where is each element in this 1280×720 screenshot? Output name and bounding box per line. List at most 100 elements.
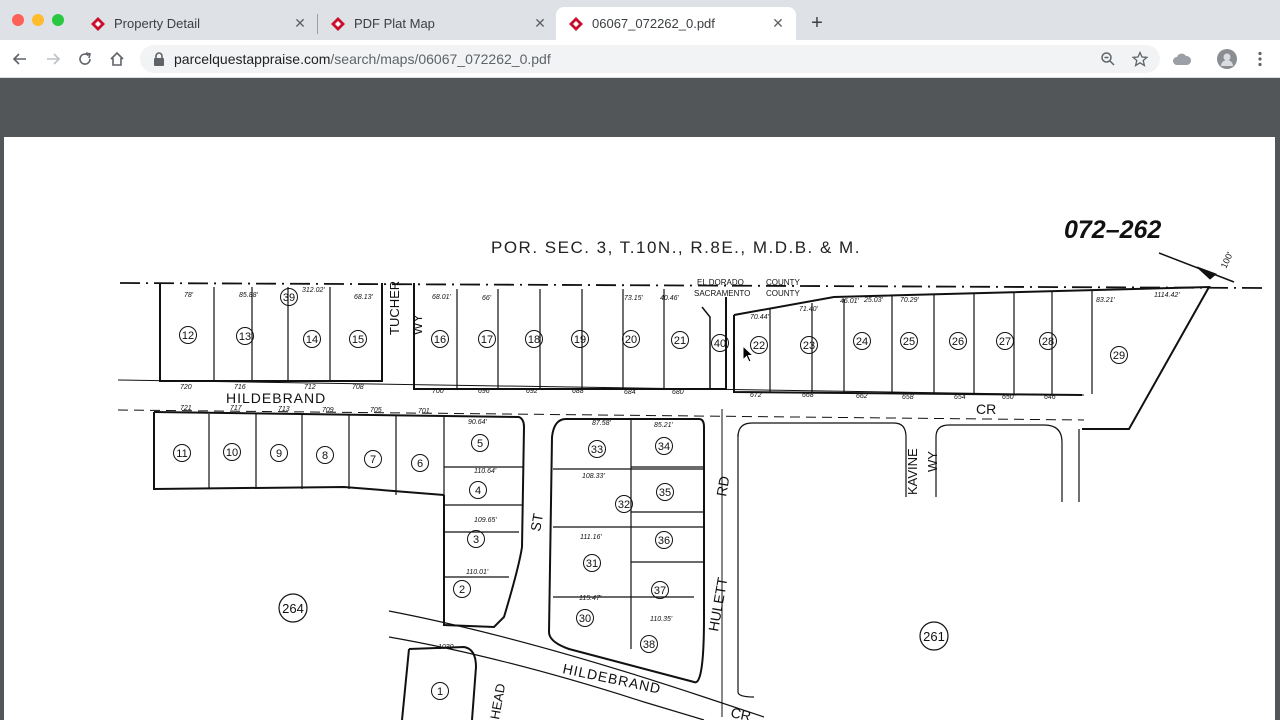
svg-text:672: 672 (750, 392, 762, 399)
svg-text:70.44': 70.44' (750, 314, 770, 321)
tab-property-detail[interactable]: Property Detail ✕ (78, 7, 318, 40)
svg-text:36: 36 (658, 535, 670, 547)
svg-text:14: 14 (306, 334, 318, 346)
svg-text:29: 29 (1113, 350, 1125, 362)
svg-text:68.13': 68.13' (354, 294, 374, 301)
close-tab-icon[interactable]: ✕ (770, 15, 786, 32)
lot-number-layer: 12 133914 15 16 17 18 19 20 21 40 22 23 24 25 26 27 2829… (173, 288, 1128, 700)
svg-text:108.33': 108.33' (582, 473, 605, 480)
svg-text:658: 658 (902, 394, 914, 401)
svg-text:38: 38 (643, 639, 655, 651)
lot-number-11: 11 (173, 444, 191, 462)
svg-text:684: 684 (624, 389, 636, 396)
menu-icon[interactable] (1250, 49, 1270, 69)
mouse-cursor-icon (742, 344, 755, 368)
street-label: HEAD (487, 682, 508, 720)
svg-text:26: 26 (952, 336, 964, 348)
close-tab-icon[interactable]: ✕ (532, 15, 548, 32)
svg-text:709: 709 (322, 407, 334, 414)
street-label: HILDEBRAND (561, 660, 662, 696)
svg-text:713: 713 (278, 406, 290, 413)
svg-text:2: 2 (459, 584, 465, 596)
maximize-window-button[interactable] (52, 14, 64, 26)
svg-text:716: 716 (234, 384, 246, 391)
lot-number-9: 9 (270, 444, 288, 462)
lot-number-39: 39 (280, 288, 298, 306)
svg-text:28: 28 (1042, 336, 1054, 348)
forward-icon[interactable] (43, 49, 63, 69)
lot-number-19: 19 (571, 330, 589, 348)
lot-number-2: 2 (453, 580, 471, 598)
svg-text:66': 66' (482, 295, 492, 302)
minimize-window-button[interactable] (32, 14, 44, 26)
svg-text:12: 12 (182, 330, 194, 342)
street-label: TUCHER (387, 281, 402, 335)
lot-number-10: 10 (223, 443, 241, 461)
svg-text:650: 650 (1002, 394, 1014, 401)
lot-number-6: 6 (411, 454, 429, 472)
street-label: HILDEBRAND (226, 390, 326, 406)
back-icon[interactable] (10, 49, 30, 69)
new-tab-button[interactable]: + (806, 12, 828, 34)
address-bar[interactable]: parcelquestappraise.com/search/maps/0606… (140, 45, 1160, 73)
svg-text:115.47': 115.47' (579, 595, 602, 602)
lot-number-17: 17 (478, 330, 496, 348)
svg-text:110.01': 110.01' (466, 569, 489, 576)
lot-number-40: 40 (711, 334, 729, 352)
svg-text:83.21': 83.21' (1096, 297, 1116, 304)
svg-text:18: 18 (528, 334, 540, 346)
svg-text:688: 688 (572, 388, 584, 395)
close-window-button[interactable] (12, 14, 24, 26)
url-path: /search/maps/06067_072262_0.pdf (330, 51, 551, 67)
street-label: HULETT (705, 576, 730, 633)
tab-pdf-plat-map[interactable]: PDF Plat Map ✕ (318, 7, 558, 40)
svg-text:30: 30 (579, 613, 591, 625)
svg-text:27: 27 (999, 336, 1011, 348)
svg-text:21: 21 (674, 335, 686, 347)
lot-number-24: 24 (853, 332, 871, 350)
tab-title: Property Detail (114, 16, 200, 31)
reload-icon[interactable] (75, 49, 95, 69)
svg-text:11: 11 (176, 448, 187, 460)
svg-text:646: 646 (1044, 394, 1056, 401)
book-ref: 264 (282, 601, 304, 616)
lot-number-14: 14 (303, 330, 321, 348)
drive-icon[interactable] (1172, 49, 1192, 69)
lot-number-35: 35 (656, 483, 674, 501)
svg-text:22: 22 (753, 340, 765, 352)
parcelquest-logo-icon (568, 16, 584, 32)
tab-pdf-file[interactable]: 06067_072262_0.pdf ✕ (556, 7, 796, 40)
street-label: RD (713, 475, 732, 498)
tab-title: PDF Plat Map (354, 16, 435, 31)
lot-number-28: 28 (1039, 332, 1057, 350)
street-label: KAVINE (905, 448, 920, 495)
svg-text:20: 20 (625, 334, 637, 346)
pdf-page[interactable]: POR. SEC. 3, T.10N., R.8E., M.D.B. & M. … (4, 137, 1275, 720)
url-text: parcelquestappraise.com/search/maps/0606… (174, 51, 551, 67)
map-header: POR. SEC. 3, T.10N., R.8E., M.D.B. & M. (491, 238, 861, 257)
close-tab-icon[interactable]: ✕ (292, 15, 308, 32)
lot-number-25: 25 (900, 332, 918, 350)
street-label: WY (925, 451, 940, 472)
home-icon[interactable] (107, 49, 127, 69)
star-icon[interactable] (1130, 49, 1150, 69)
svg-text:701: 701 (418, 408, 430, 415)
svg-text:39: 39 (283, 292, 295, 304)
svg-text:10: 10 (226, 447, 238, 459)
lot-number-38: 38 (640, 635, 658, 653)
parcelquest-logo-icon (330, 16, 346, 32)
svg-text:708: 708 (352, 384, 364, 391)
lot-number-20: 20 (622, 330, 640, 348)
lot-number-13: 13 (236, 327, 254, 345)
zoom-icon[interactable] (1098, 49, 1118, 69)
lock-icon[interactable] (152, 52, 166, 66)
svg-text:1: 1 (437, 686, 443, 698)
svg-text:23: 23 (803, 340, 815, 352)
county-label: COUNTY (766, 289, 800, 298)
svg-text:16: 16 (434, 334, 446, 346)
svg-text:70.29': 70.29' (900, 297, 920, 304)
parcelquest-logo-icon (90, 16, 106, 32)
svg-text:85.21': 85.21' (654, 422, 674, 429)
profile-icon[interactable] (1217, 49, 1237, 69)
lot-number-15: 15 (349, 330, 367, 348)
